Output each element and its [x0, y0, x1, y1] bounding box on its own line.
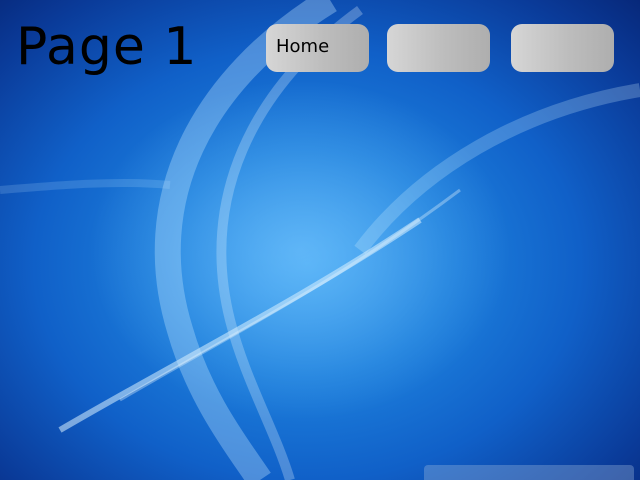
desktop-screen: Page 1 Home: [0, 0, 640, 480]
wallpaper-caption-strip: [424, 465, 634, 480]
home-button[interactable]: Home: [266, 24, 369, 72]
page-title: Page 1: [16, 17, 198, 77]
nav-button-3[interactable]: [511, 24, 614, 72]
center-glow: [90, 80, 510, 420]
nav-button-2[interactable]: [387, 24, 490, 72]
